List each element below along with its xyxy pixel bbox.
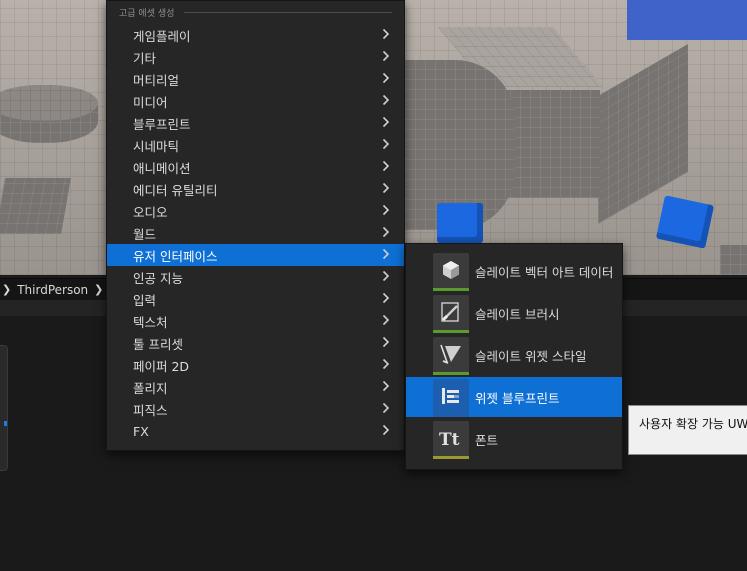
submenu-item[interactable]: 슬레이트 브러시 xyxy=(406,293,622,333)
menu-item-label: 시네마틱 xyxy=(133,138,180,154)
menu-section-header: 고급 에셋 생성 xyxy=(119,5,393,19)
asset-type-color-bar xyxy=(433,414,469,417)
blue-cube-2 xyxy=(655,195,715,249)
chevron-right-icon[interactable]: ❯ xyxy=(94,283,103,296)
submenu-item-label: 슬레이트 벡터 아트 데이터 xyxy=(475,264,614,280)
menu-item-label: 인공 지능 xyxy=(133,270,183,286)
menu-item-label: 애니메이션 xyxy=(133,160,191,176)
sources-panel[interactable] xyxy=(0,345,8,471)
chevron-right-icon xyxy=(382,204,394,218)
menu-item[interactable]: 인공 지능 xyxy=(107,266,404,288)
brush-icon xyxy=(433,295,469,333)
chevron-right-icon xyxy=(382,182,394,196)
create-asset-menu: 고급 에셋 생성 게임플레이기타머티리얼미디어블루프린트시네마틱애니메이션에디터… xyxy=(106,0,405,451)
menu-item[interactable]: 게임플레이 xyxy=(107,24,404,46)
menu-item-label: 기타 xyxy=(133,50,157,66)
menu-item[interactable]: 기타 xyxy=(107,46,404,68)
chevron-right-icon xyxy=(382,72,394,86)
chevron-right-icon[interactable]: ❯ xyxy=(2,283,11,296)
blue-cube-1 xyxy=(437,203,483,243)
menu-section-label: 고급 에셋 생성 xyxy=(119,8,175,19)
vector-art-icon xyxy=(433,253,469,291)
chevron-right-icon xyxy=(382,292,394,306)
chevron-right-icon xyxy=(382,28,394,42)
chevron-right-icon xyxy=(382,50,394,64)
submenu-item[interactable]: 위젯 블루프린트 xyxy=(406,377,622,417)
menu-item-label: 오디오 xyxy=(133,204,168,220)
tooltip: 사용자 확장 가능 UWidget xyxy=(628,405,747,455)
menu-item[interactable]: 텍스처 xyxy=(107,310,404,332)
chevron-right-icon xyxy=(382,94,394,108)
menu-item-label: 에디터 유틸리티 xyxy=(133,182,218,198)
menu-item[interactable]: 블루프린트 xyxy=(107,112,404,134)
menu-item-label: 블루프린트 xyxy=(133,116,191,132)
chevron-right-icon xyxy=(382,226,394,240)
asset-type-color-bar xyxy=(433,456,469,459)
round-platform-top xyxy=(0,85,98,121)
menu-item[interactable]: 오디오 xyxy=(107,200,404,222)
chevron-right-icon xyxy=(382,160,394,174)
menu-item[interactable]: 미디어 xyxy=(107,90,404,112)
svg-text:Tt: Tt xyxy=(439,430,460,450)
menu-item-label: 텍스처 xyxy=(133,314,168,330)
sky xyxy=(627,0,747,40)
menu-item-label: 입력 xyxy=(133,292,157,308)
chevron-right-icon xyxy=(382,248,394,262)
divider xyxy=(184,11,393,13)
tooltip-text: 사용자 확장 가능 UWidget xyxy=(639,417,747,431)
menu-item[interactable]: 페이퍼 2D xyxy=(107,354,404,376)
chevron-right-icon xyxy=(382,314,394,328)
menu-item[interactable]: 툴 프리셋 xyxy=(107,332,404,354)
menu-item-label: 페이퍼 2D xyxy=(133,358,190,374)
widget-blueprint-icon xyxy=(433,379,469,417)
widget-style-icon xyxy=(433,337,469,375)
menu-item[interactable]: 월드 xyxy=(107,222,404,244)
chevron-right-icon xyxy=(382,380,394,394)
menu-item-label: 유저 인터페이스 xyxy=(133,248,218,264)
menu-item-label: 머티리얼 xyxy=(133,72,180,88)
menu-item[interactable]: 애니메이션 xyxy=(107,156,404,178)
menu-item-label: FX xyxy=(133,423,149,439)
submenu-item[interactable]: 슬레이트 벡터 아트 데이터 xyxy=(406,251,622,291)
breadcrumb-item[interactable]: ThirdPerson xyxy=(11,283,94,297)
menu-item-label: 월드 xyxy=(133,226,157,242)
asset-type-color-bar xyxy=(433,330,469,333)
menu-item[interactable]: FX xyxy=(107,420,404,442)
menu-item[interactable]: 에디터 유틸리티 xyxy=(107,178,404,200)
edge-block xyxy=(720,245,747,275)
submenu-item[interactable]: Tt 폰트 xyxy=(406,419,622,459)
submenu-item[interactable]: 슬레이트 위젯 스타일 xyxy=(406,335,622,375)
chevron-right-icon xyxy=(382,358,394,372)
menu-item-label: 미디어 xyxy=(133,94,168,110)
submenu-item-label: 폰트 xyxy=(475,432,499,448)
chevron-right-icon xyxy=(382,116,394,130)
asset-type-color-bar xyxy=(433,372,469,375)
menu-item[interactable]: 유저 인터페이스 xyxy=(107,244,404,266)
chevron-right-icon xyxy=(382,402,394,416)
chevron-right-icon xyxy=(382,336,394,350)
submenu-item-label: 위젯 블루프린트 xyxy=(475,390,560,406)
selection-accent xyxy=(4,421,7,426)
menu-item[interactable]: 시네마틱 xyxy=(107,134,404,156)
small-slab xyxy=(0,178,71,234)
chevron-right-icon xyxy=(382,138,394,152)
menu-item[interactable]: 폴리지 xyxy=(107,376,404,398)
font-icon: Tt xyxy=(433,421,469,459)
menu-item-label: 폴리지 xyxy=(133,380,168,396)
menu-item[interactable]: 머티리얼 xyxy=(107,68,404,90)
menu-item-label: 피직스 xyxy=(133,402,168,418)
chevron-right-icon xyxy=(382,270,394,284)
menu-item-label: 툴 프리셋 xyxy=(133,336,183,352)
menu-item[interactable]: 피직스 xyxy=(107,398,404,420)
submenu-item-label: 슬레이트 브러시 xyxy=(475,306,560,322)
menu-item-label: 게임플레이 xyxy=(133,28,191,44)
asset-type-color-bar xyxy=(433,288,469,291)
submenu-item-label: 슬레이트 위젯 스타일 xyxy=(475,348,587,364)
chevron-right-icon xyxy=(382,424,394,438)
menu-item[interactable]: 입력 xyxy=(107,288,404,310)
user-interface-submenu: 슬레이트 벡터 아트 데이터슬레이트 브러시슬레이트 위젯 스타일위젯 블루프린… xyxy=(405,243,623,470)
